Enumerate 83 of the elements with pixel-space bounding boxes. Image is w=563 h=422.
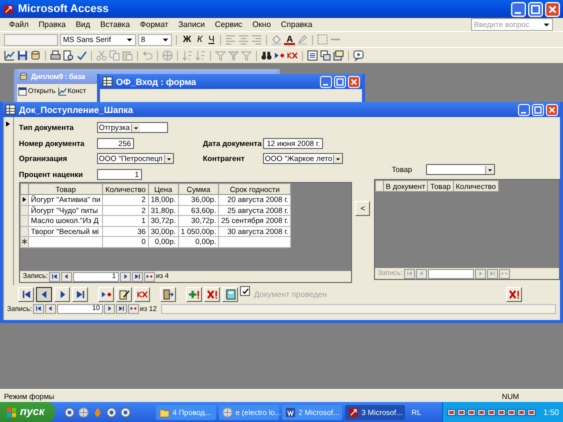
menu-item[interactable]: Справка xyxy=(276,20,318,29)
edit-button[interactable] xyxy=(116,286,132,302)
line-color-icon[interactable] xyxy=(296,34,308,45)
close-button[interactable] xyxy=(545,2,560,16)
record-number-field[interactable] xyxy=(428,268,474,278)
remove-item-button[interactable] xyxy=(204,286,220,302)
close-button[interactable] xyxy=(348,76,360,88)
print-icon[interactable] xyxy=(50,50,61,61)
italic-button[interactable]: К xyxy=(195,34,204,45)
product-combo[interactable] xyxy=(426,164,495,175)
asterisk-icon xyxy=(20,238,28,246)
chart-icon xyxy=(58,87,66,96)
remove-item-icon xyxy=(206,288,218,300)
menu-item[interactable]: Файл xyxy=(4,20,34,29)
properties-icon[interactable] xyxy=(307,50,318,61)
remove-item-icon xyxy=(508,288,520,300)
circle-icon[interactable] xyxy=(106,406,117,418)
remove-item-button[interactable] xyxy=(506,286,522,302)
fill-color-icon[interactable] xyxy=(271,34,282,45)
circle-icon[interactable] xyxy=(64,406,75,418)
window-title: Microsoft Access xyxy=(18,3,109,15)
notebook-button[interactable] xyxy=(222,286,238,302)
last-button[interactable] xyxy=(72,286,88,302)
font-color-button[interactable]: A xyxy=(284,34,295,44)
exit-icon xyxy=(162,288,174,300)
new-object-icon[interactable] xyxy=(333,50,344,61)
menu-item[interactable]: Сервис xyxy=(210,20,248,29)
circle-icon[interactable] xyxy=(120,406,131,418)
horizontal-scrollbar[interactable] xyxy=(160,304,556,314)
menu-item[interactable]: Окно xyxy=(247,20,276,29)
window-icon xyxy=(18,87,27,96)
exit-button[interactable] xyxy=(160,286,176,302)
help-icon[interactable] xyxy=(353,50,364,61)
close-button[interactable] xyxy=(546,104,558,116)
row-pointer-icon xyxy=(4,120,12,128)
clock: 1:50 xyxy=(543,408,559,416)
window-title: ОФ_Вход : форма xyxy=(116,76,196,86)
underline-button[interactable]: Ч xyxy=(206,34,216,45)
spelling-icon[interactable] xyxy=(76,50,87,61)
row-selector[interactable] xyxy=(20,194,28,205)
last-icon xyxy=(74,288,86,300)
globe-icon[interactable] xyxy=(78,406,89,418)
start-button[interactable]: пуск xyxy=(0,402,55,422)
table-icon xyxy=(102,76,113,87)
new-record-icon[interactable] xyxy=(274,50,285,61)
table-icon xyxy=(5,104,16,115)
minimize-button[interactable] xyxy=(320,76,332,88)
row-pointer-icon xyxy=(20,196,28,204)
add-item-icon xyxy=(188,288,200,300)
minimize-button[interactable] xyxy=(511,2,526,16)
previous-button[interactable] xyxy=(36,286,52,302)
chart-icon[interactable] xyxy=(4,50,15,61)
maximize-button[interactable] xyxy=(334,76,346,88)
database-icon xyxy=(19,72,28,81)
menu-item[interactable]: Вид xyxy=(70,20,96,29)
add-item-button[interactable] xyxy=(186,286,202,302)
menu-item[interactable]: Вставка xyxy=(95,20,135,29)
globe-icon xyxy=(222,406,233,418)
maximize-button[interactable] xyxy=(528,2,543,16)
delete-record-icon[interactable] xyxy=(287,50,298,61)
delete-record-button[interactable] xyxy=(134,286,150,302)
maximize-button[interactable] xyxy=(532,104,544,116)
first-icon xyxy=(20,288,32,300)
window-title: Док_Поступление_Шапка xyxy=(19,104,134,114)
print-preview-icon[interactable] xyxy=(63,50,74,61)
binoculars-icon[interactable] xyxy=(261,50,272,61)
windows-icon[interactable] xyxy=(320,50,331,61)
next-button[interactable] xyxy=(54,286,70,302)
menu-item[interactable]: Правка xyxy=(34,20,71,29)
windows-flag-icon xyxy=(6,406,17,418)
bold-button[interactable]: Ж xyxy=(181,34,194,45)
save-icon[interactable] xyxy=(17,50,28,61)
menu-item[interactable]: Записи xyxy=(173,20,210,29)
edit-icon xyxy=(118,288,130,300)
notebook-icon xyxy=(224,288,236,300)
folder-icon xyxy=(158,406,170,418)
menu-item[interactable]: Формат xyxy=(134,20,174,29)
first-button[interactable] xyxy=(18,286,34,302)
database-icon[interactable] xyxy=(30,50,41,61)
move-left-button[interactable]: < xyxy=(355,201,370,216)
delete-record-icon xyxy=(136,288,148,300)
minimize-button[interactable] xyxy=(518,104,530,116)
checkbox-label: Документ проведен xyxy=(254,290,327,298)
